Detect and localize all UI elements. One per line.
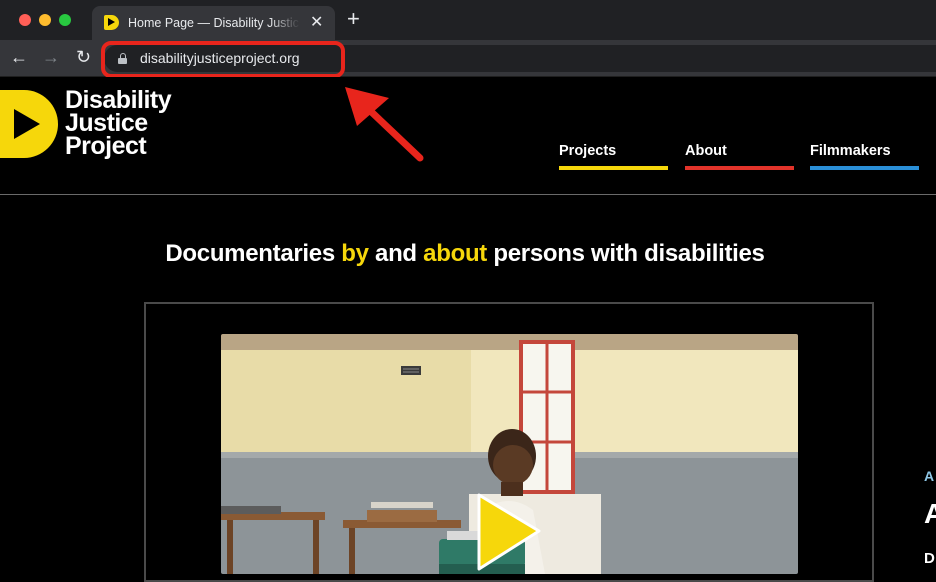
tagline-text: persons with disabilities: [487, 240, 765, 267]
tagline-highlight-about: about: [423, 240, 487, 267]
side-card-title[interactable]: A: [924, 498, 936, 530]
tagline-text: and: [368, 240, 424, 267]
tagline-highlight-by: by: [341, 240, 369, 267]
page-tagline: Documentaries by and about persons with …: [0, 240, 930, 268]
side-card-category: A: [924, 468, 935, 484]
play-video-icon[interactable]: [472, 490, 546, 574]
side-card-text: D: [924, 550, 935, 567]
tagline-text: Documentaries: [165, 240, 342, 267]
